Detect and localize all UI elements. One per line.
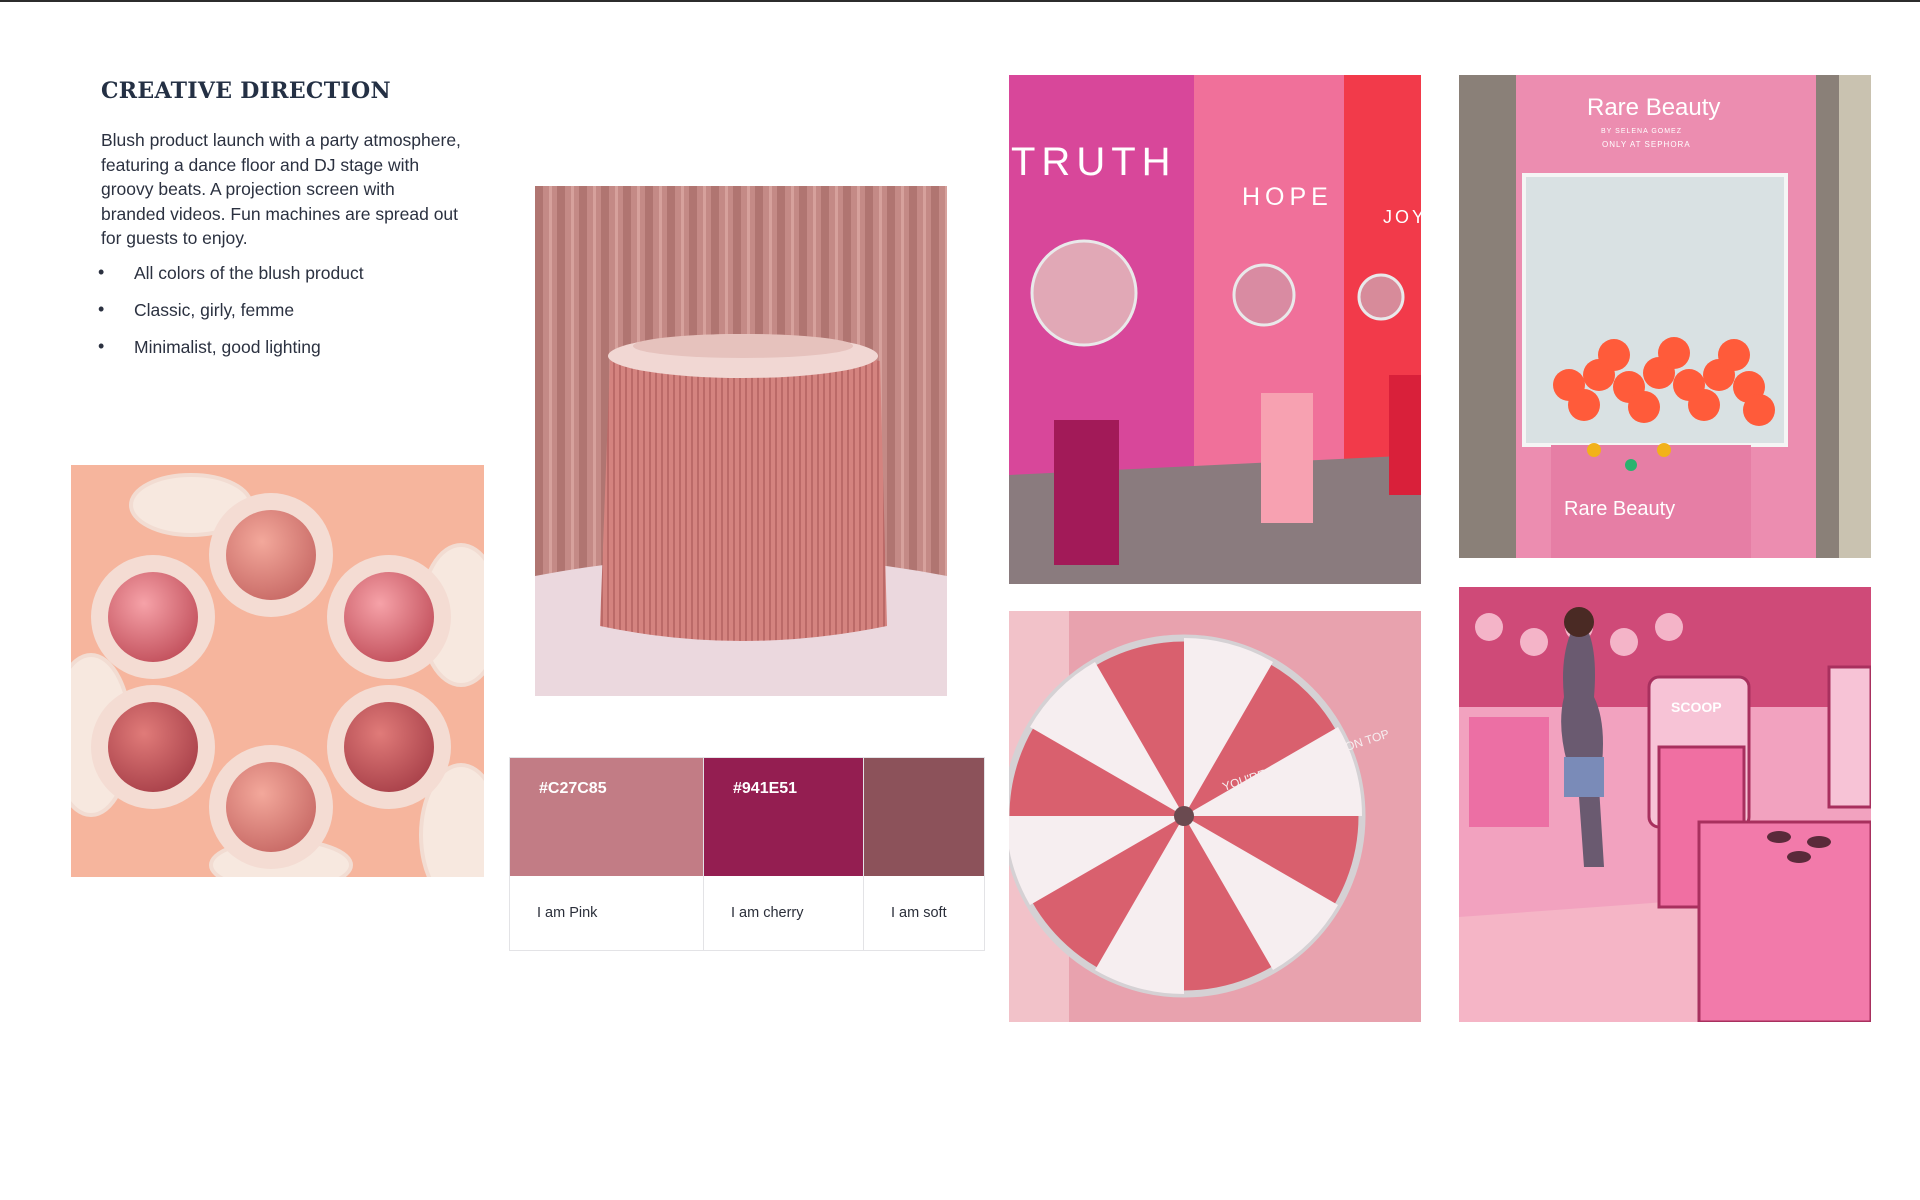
color-palette: #C27C85 I am Pink #941E51 I am cherry I … xyxy=(509,757,985,951)
claw-brand-text: Rare Beauty xyxy=(1587,94,1720,121)
color-swatch-cherry: #941E51 I am cherry xyxy=(704,758,864,950)
wall-word-truth: TRUTH xyxy=(1011,140,1177,184)
swatch-hex-label: #941E51 xyxy=(733,780,798,797)
swatch-name: I am Pink xyxy=(537,905,598,921)
arcade-game-photo: SCOOP xyxy=(1459,587,1871,1022)
swatch-hex-label: #C27C85 xyxy=(539,780,607,797)
fringe-table-photo xyxy=(535,186,947,696)
truth-hope-joy-photo: TRUTH HOPE JOY xyxy=(1009,75,1421,584)
swatch-color-block: #941E51 xyxy=(704,758,863,876)
swatch-color-block: #C27C85 xyxy=(510,758,703,876)
bullet-item: All colors of the blush product xyxy=(98,262,364,300)
wall-word-joy: JOY xyxy=(1383,207,1421,227)
claw-sub-text: BY SELENA GOMEZ xyxy=(1601,128,1682,135)
color-swatch-soft: I am soft xyxy=(864,758,984,950)
scoop-sign-text: SCOOP xyxy=(1671,699,1722,715)
bullet-item: Minimalist, good lighting xyxy=(98,336,364,374)
top-border xyxy=(0,0,1920,2)
claw-machine-photo: Rare Beauty BY SELENA GOMEZ ONLY AT SEPH… xyxy=(1459,75,1871,558)
claw-panel-text: Rare Beauty xyxy=(1564,498,1675,520)
swatch-color-block xyxy=(864,758,984,876)
bullet-item: Classic, girly, femme xyxy=(98,299,364,337)
blush-compacts-photo xyxy=(71,465,484,877)
swatch-name: I am soft xyxy=(891,905,947,921)
page-title: CREATIVE DIRECTION xyxy=(101,78,391,104)
description-text: Blush product launch with a party atmosp… xyxy=(101,130,461,248)
bullet-list: All colors of the blush product Classic,… xyxy=(98,262,364,374)
claw-store-text: ONLY AT SEPHORA xyxy=(1602,140,1691,149)
color-swatch-pink: #C27C85 I am Pink xyxy=(510,758,704,950)
swatch-name: I am cherry xyxy=(731,905,804,921)
prize-wheel-photo: YOU'RE THE CHERRY ON TOP xyxy=(1009,611,1421,1022)
wall-word-hope: HOPE xyxy=(1242,183,1333,211)
